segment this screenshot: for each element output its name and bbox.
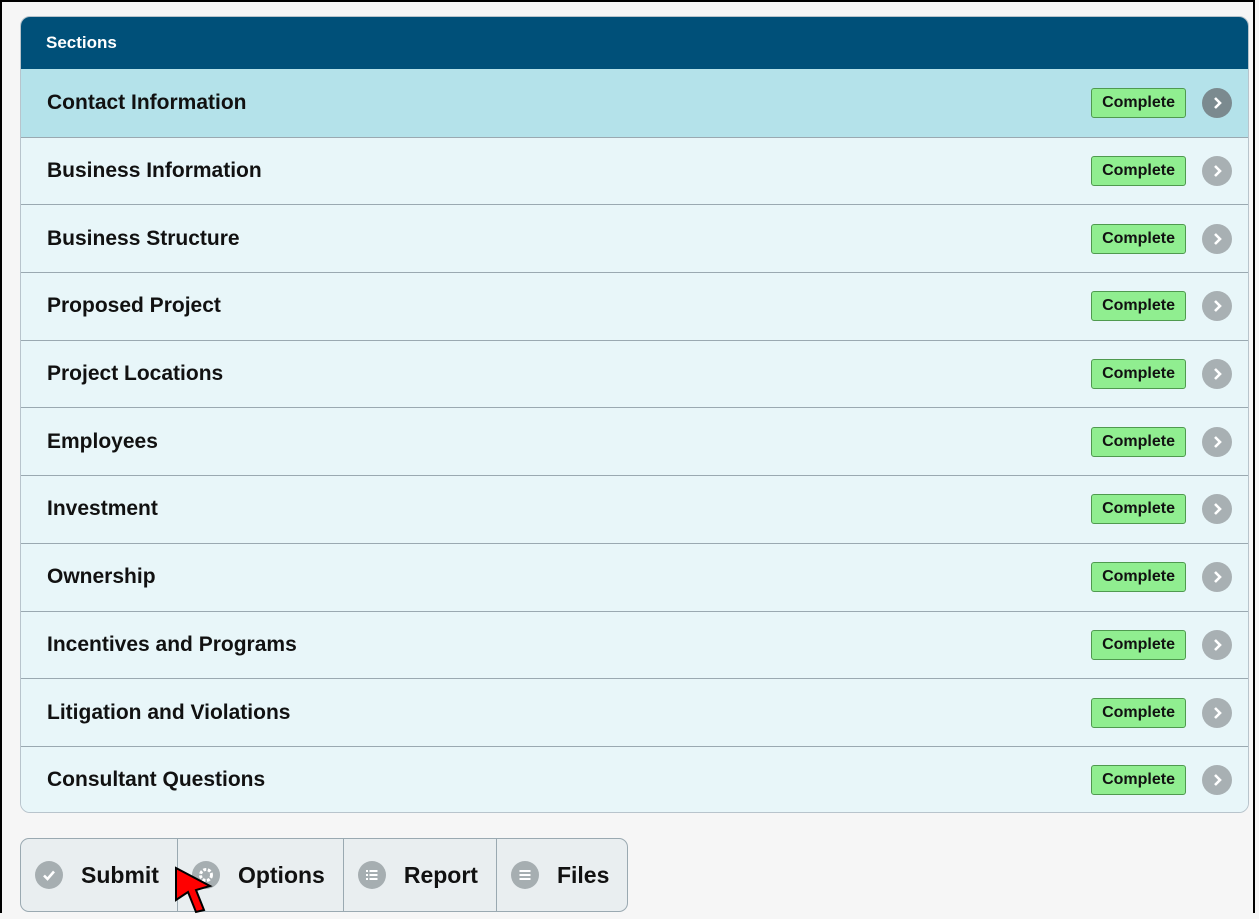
chevron-right-icon[interactable] xyxy=(1202,426,1232,457)
chevron-right-icon[interactable] xyxy=(1202,223,1232,254)
section-row-incentives-and-programs[interactable]: Incentives and Programs Complete xyxy=(21,610,1248,679)
status-badge: Complete xyxy=(1091,697,1186,728)
status-badge: Complete xyxy=(1091,426,1186,457)
section-row-business-information[interactable]: Business Information Complete xyxy=(21,136,1248,205)
chevron-right-icon[interactable] xyxy=(1202,765,1232,796)
chevron-right-icon[interactable] xyxy=(1202,156,1232,187)
chevron-right-icon[interactable] xyxy=(1202,697,1232,728)
status-badge: Complete xyxy=(1091,765,1186,796)
section-label: Business Information xyxy=(47,159,262,183)
section-label: Proposed Project xyxy=(47,294,221,318)
chevron-right-icon[interactable] xyxy=(1202,629,1232,660)
files-label: Files xyxy=(556,861,610,888)
report-label: Report xyxy=(403,861,478,888)
chevron-right-icon[interactable] xyxy=(1202,87,1232,118)
section-label: Ownership xyxy=(47,565,156,589)
section-label: Business Structure xyxy=(47,226,240,250)
submit-button[interactable]: Submit xyxy=(21,839,177,911)
status-badge: Complete xyxy=(1091,494,1186,525)
status-badge: Complete xyxy=(1091,629,1186,660)
submit-label: Submit xyxy=(81,861,159,888)
section-label: Incentives and Programs xyxy=(47,632,297,656)
files-button[interactable]: Files xyxy=(495,839,627,911)
section-row-litigation-and-violations[interactable]: Litigation and Violations Complete xyxy=(21,678,1248,746)
section-row-business-structure[interactable]: Business Structure Complete xyxy=(21,204,1248,273)
status-badge: Complete xyxy=(1091,223,1186,254)
status-badge: Complete xyxy=(1091,291,1186,322)
section-label: Project Locations xyxy=(47,362,224,386)
list-icon xyxy=(357,861,386,889)
section-label: Contact Information xyxy=(47,90,247,114)
chevron-right-icon[interactable] xyxy=(1202,494,1232,525)
pointer-arrow-icon xyxy=(174,866,214,919)
section-label: Investment xyxy=(47,497,158,521)
section-row-ownership[interactable]: Ownership Complete xyxy=(21,542,1248,611)
sections-header: Sections xyxy=(21,17,1248,69)
chevron-right-icon[interactable] xyxy=(1202,562,1232,593)
options-label: Options xyxy=(237,861,325,888)
sections-panel: Sections Contact Information Complete Bu… xyxy=(20,16,1249,813)
status-badge: Complete xyxy=(1091,87,1186,118)
status-badge: Complete xyxy=(1091,359,1186,390)
chevron-right-icon[interactable] xyxy=(1202,359,1232,390)
section-row-contact-information[interactable]: Contact Information Complete xyxy=(21,69,1248,137)
section-label: Employees xyxy=(47,429,158,453)
section-label: Consultant Questions xyxy=(47,768,266,792)
status-badge: Complete xyxy=(1091,562,1186,593)
checkmark-icon xyxy=(35,861,63,889)
section-row-investment[interactable]: Investment Complete xyxy=(21,475,1248,543)
action-toolbar: Submit Options Report Files xyxy=(20,838,629,912)
section-row-proposed-project[interactable]: Proposed Project Complete xyxy=(21,272,1248,340)
menu-lines-icon xyxy=(510,861,539,889)
section-label: Litigation and Violations xyxy=(47,700,291,724)
report-button[interactable]: Report xyxy=(342,839,496,911)
sections-list: Contact Information Complete Business In… xyxy=(21,69,1248,812)
section-row-consultant-questions[interactable]: Consultant Questions Complete xyxy=(21,745,1248,812)
section-row-project-locations[interactable]: Project Locations Complete xyxy=(21,339,1248,408)
status-badge: Complete xyxy=(1091,156,1186,187)
section-row-employees[interactable]: Employees Complete xyxy=(21,407,1248,476)
chevron-right-icon[interactable] xyxy=(1202,291,1232,322)
